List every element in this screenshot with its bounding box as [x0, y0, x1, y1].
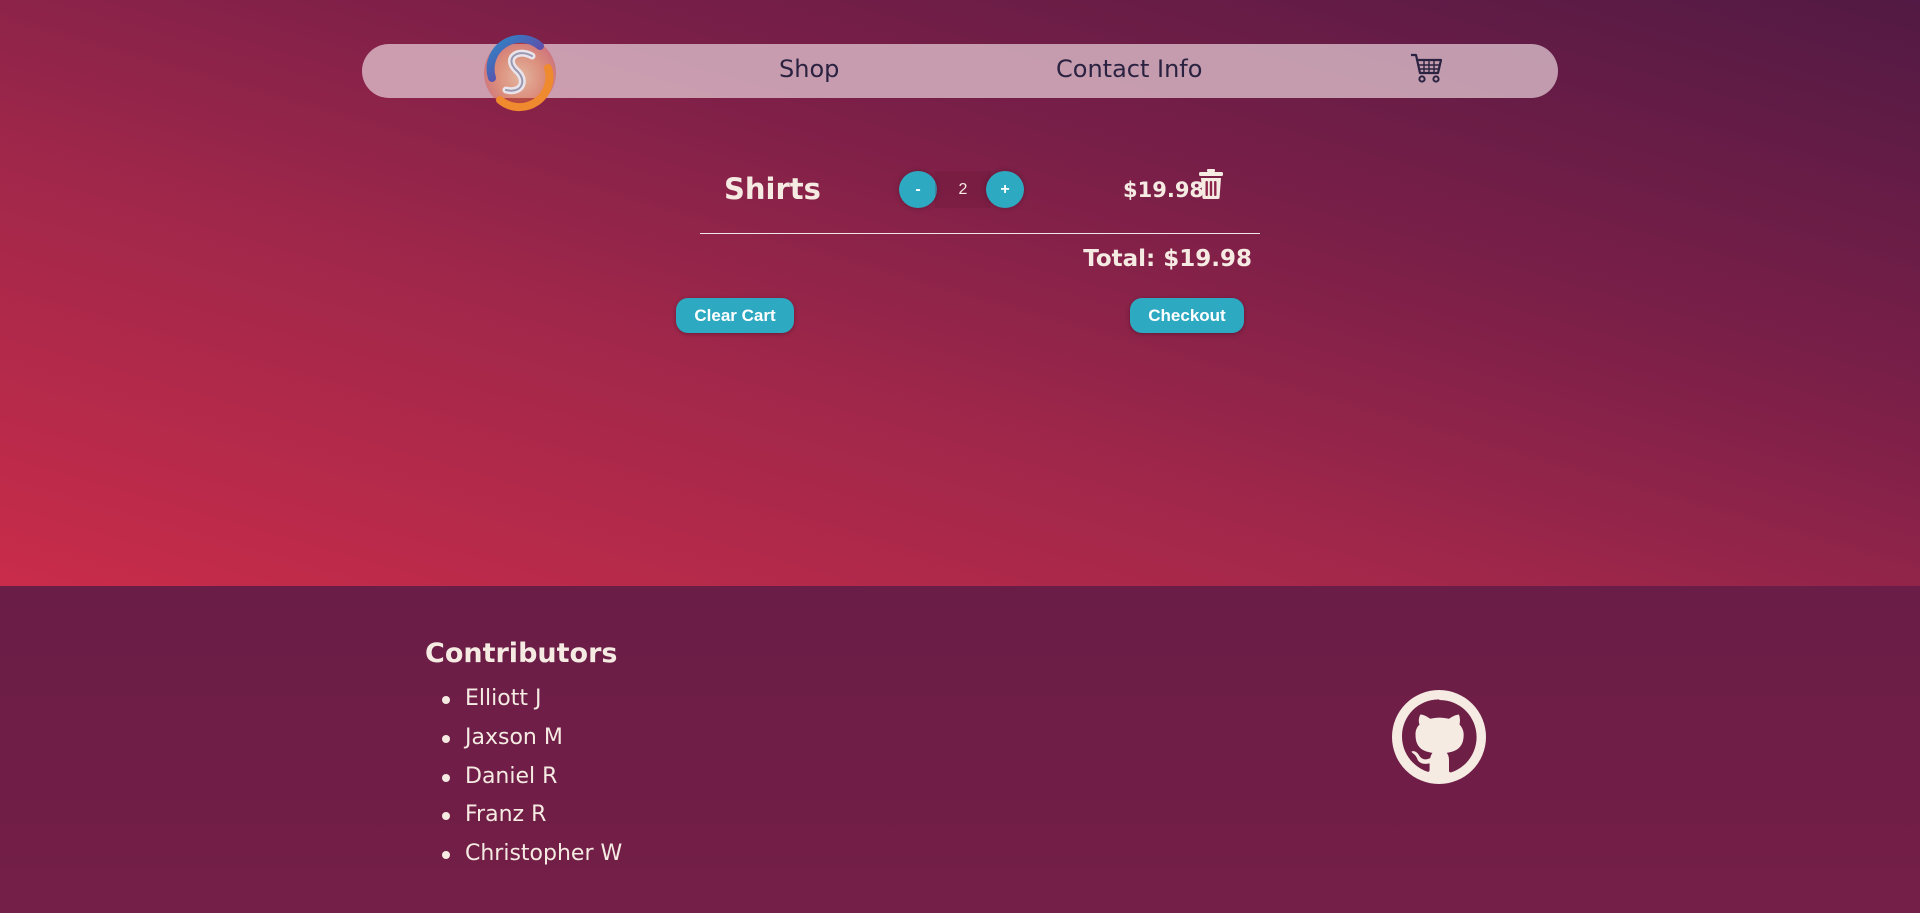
contributor-item: Jaxson M — [440, 719, 622, 758]
contributors-heading: Contributors — [425, 638, 618, 669]
footer — [0, 586, 1920, 913]
trash-icon[interactable] — [1198, 168, 1224, 200]
quantity-value: 2 — [935, 171, 991, 208]
cart-divider — [700, 233, 1260, 234]
cart-item-name: Shirts — [724, 172, 821, 206]
increase-quantity-button[interactable]: + — [986, 171, 1024, 208]
clear-cart-button[interactable]: Clear Cart — [676, 298, 794, 333]
contributor-item: Christopher W — [440, 835, 622, 874]
logo-icon[interactable] — [478, 34, 562, 112]
contributor-item: Franz R — [440, 796, 622, 835]
contributor-item: Elliott J — [440, 680, 622, 719]
checkout-button[interactable]: Checkout — [1130, 298, 1244, 333]
contributor-item: Daniel R — [440, 758, 622, 797]
cart-total: Total: $19.98 — [1083, 246, 1252, 272]
cart-item-price: $19.98 — [1123, 178, 1205, 202]
nav-link-contact-info[interactable]: Contact Info — [1056, 55, 1202, 83]
contributors-list: Elliott J Jaxson M Daniel R Franz R Chri… — [440, 680, 622, 874]
shopping-cart-icon[interactable] — [1410, 52, 1444, 84]
nav-link-shop[interactable]: Shop — [779, 55, 839, 83]
decrease-quantity-button[interactable]: - — [899, 171, 937, 208]
github-icon[interactable] — [1392, 690, 1486, 784]
